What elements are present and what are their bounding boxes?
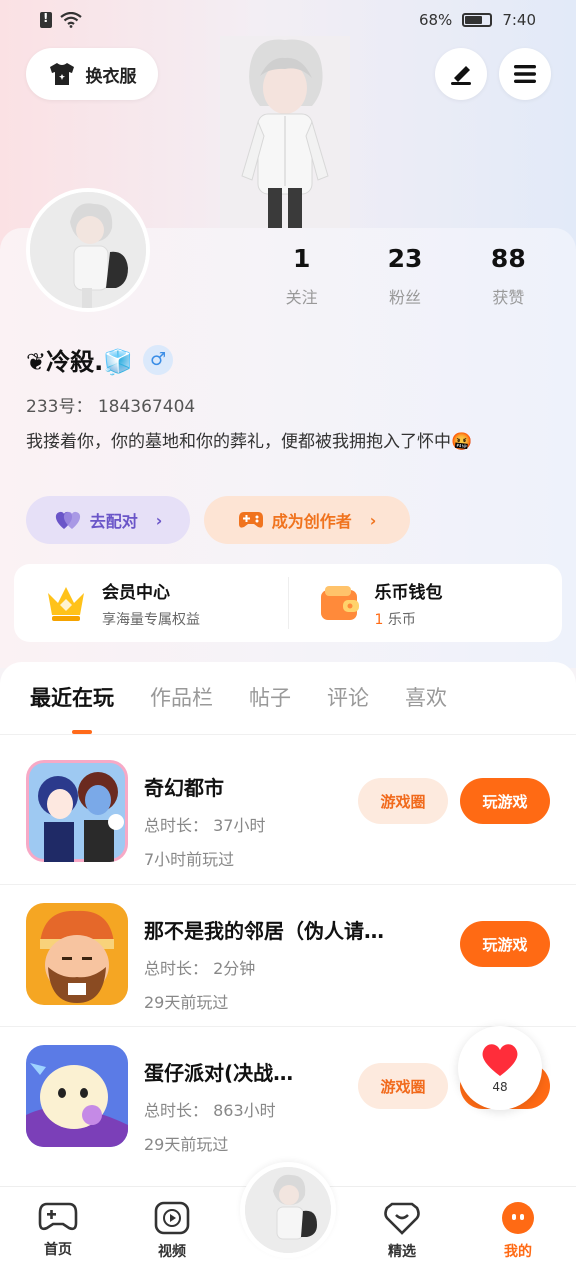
- game-thumbnail[interactable]: [26, 760, 128, 862]
- game-last-played: 29天前玩过: [144, 1135, 229, 1154]
- double-heart-icon: [55, 511, 80, 529]
- game-total-time: 总时长： 2分钟: [144, 959, 256, 978]
- floating-like-button[interactable]: 48: [458, 1026, 542, 1110]
- stat-label: 获赞: [492, 288, 525, 307]
- stat-label: 关注: [285, 288, 318, 307]
- stat-label: 粉丝: [388, 288, 421, 307]
- avatar-image: [245, 1167, 331, 1253]
- game-circle-button[interactable]: 游戏圈: [358, 778, 448, 824]
- nav-label: 视频: [158, 1244, 186, 1260]
- wardrobe-button[interactable]: 换衣服: [26, 48, 158, 100]
- game-circle-button[interactable]: 游戏圈: [358, 1063, 448, 1109]
- play-game-button[interactable]: 玩游戏: [460, 921, 550, 967]
- stat-following[interactable]: 1 关注: [250, 244, 353, 308]
- gamepad-icon: [38, 1202, 78, 1231]
- become-creator-button[interactable]: 成为创作者 ›: [204, 496, 410, 544]
- profile-tabs: 最近在玩 作品栏 帖子 评论 喜欢: [30, 682, 447, 734]
- avatar: [245, 1167, 331, 1253]
- divider: [0, 734, 576, 735]
- wifi-icon: [60, 12, 82, 28]
- wallet-title: 乐币钱包: [374, 582, 443, 603]
- game-last-played: 7小时前玩过: [144, 850, 235, 869]
- nav-item-video[interactable]: 视频: [132, 1201, 212, 1261]
- tab-likes[interactable]: 喜欢: [405, 682, 447, 722]
- game-last-played: 29天前玩过: [144, 993, 229, 1012]
- hamburger-menu-icon: [514, 65, 536, 83]
- wallet-unit: 乐币: [383, 611, 416, 628]
- game-title: 奇幻都市: [144, 776, 224, 800]
- wallet-entry[interactable]: 乐币钱包 1 乐币: [289, 578, 563, 629]
- tshirt-icon: [49, 63, 74, 85]
- bio: 我搂着你，你的墓地和你的葬礼，便都被我拥抱入了怀中🤬: [26, 432, 473, 452]
- stat-value: 23: [387, 244, 423, 273]
- nickname: ❦冷殺.🧊: [26, 348, 134, 376]
- like-count: 48: [492, 1080, 508, 1094]
- game-title: 那不是我的邻居（伪人请…: [144, 919, 384, 943]
- play-game-button[interactable]: 玩游戏: [460, 778, 550, 824]
- menu-button[interactable]: [499, 48, 551, 100]
- battery-icon: [462, 13, 493, 27]
- male-gender-icon: ♂: [143, 344, 174, 375]
- game-thumbnail[interactable]: [26, 903, 128, 1005]
- vip-card: 会员中心 享海量专属权益 乐币钱包 1 乐币: [14, 564, 562, 642]
- heart-badge-icon: [384, 1202, 420, 1235]
- chevron-right-icon: ›: [155, 510, 163, 530]
- tab-recently-played[interactable]: 最近在玩: [30, 682, 114, 734]
- chevron-right-icon: ›: [369, 510, 377, 530]
- tab-posts[interactable]: 帖子: [249, 682, 291, 722]
- video-play-icon: [154, 1201, 190, 1235]
- profile-face-icon: [502, 1202, 534, 1234]
- battery-fill: [465, 16, 482, 24]
- nav-item-featured[interactable]: 精选: [362, 1201, 442, 1261]
- avatar-image: [30, 192, 146, 308]
- content-panel: 最近在玩 作品栏 帖子 评论 喜欢 奇幻都市 总时长： 37小时 7小时前玩过 …: [0, 662, 576, 1222]
- heart-icon: [482, 1044, 518, 1076]
- list-item[interactable]: 奇幻都市 总时长： 37小时 7小时前玩过 游戏圈 玩游戏: [0, 742, 576, 884]
- avatar[interactable]: [26, 188, 150, 312]
- match-label: 去配对: [89, 512, 138, 531]
- member-center-entry[interactable]: 会员中心 享海量专属权益: [14, 578, 288, 629]
- wardrobe-label: 换衣服: [85, 66, 137, 87]
- member-center-subtitle: 享海量专属权益: [102, 611, 200, 628]
- stat-value: 88: [490, 244, 526, 273]
- stat-likes[interactable]: 88 获赞: [457, 244, 560, 308]
- wallet-icon: [320, 586, 359, 620]
- character-illustration: [220, 36, 350, 228]
- creator-label: 成为创作者: [271, 512, 352, 531]
- game-cover-image: [26, 1045, 128, 1147]
- member-center-title: 会员中心: [102, 582, 170, 603]
- nav-label: 精选: [388, 1244, 416, 1260]
- edit-profile-button[interactable]: [435, 48, 487, 100]
- user-id: 233号： 184367404: [26, 397, 196, 417]
- game-cover-image: [26, 903, 128, 1005]
- stat-followers[interactable]: 23 粉丝: [353, 244, 456, 308]
- nav-label: 首页: [44, 1242, 72, 1258]
- game-thumbnail[interactable]: [26, 1045, 128, 1147]
- clock: 7:40: [502, 11, 536, 29]
- avatar-character-showcase[interactable]: [220, 36, 350, 228]
- nav-avatar-button[interactable]: [240, 1162, 336, 1258]
- profile-stats: 1 关注 23 粉丝 88 获赞: [250, 244, 560, 308]
- match-button[interactable]: 去配对 ›: [26, 496, 190, 544]
- nav-item-me[interactable]: 我的: [478, 1201, 558, 1261]
- list-item[interactable]: 那不是我的邻居（伪人请… 总时长： 2分钟 29天前玩过 玩游戏: [0, 884, 576, 1026]
- crown-icon: [48, 587, 84, 621]
- tab-comments[interactable]: 评论: [327, 682, 369, 722]
- tab-works[interactable]: 作品栏: [150, 682, 213, 722]
- battery-percent: 68%: [418, 11, 453, 29]
- status-bar: 68% 7:40: [0, 0, 576, 40]
- nav-item-home[interactable]: 首页: [18, 1201, 98, 1259]
- nickname-row: ❦冷殺.🧊 ♂: [26, 342, 174, 377]
- pen-icon: [451, 66, 471, 85]
- game-total-time: 总时长： 863小时: [144, 1101, 276, 1120]
- game-title: 蛋仔派对(决战…: [144, 1061, 294, 1085]
- nav-label: 我的: [504, 1244, 532, 1260]
- game-cover-image: [26, 760, 128, 862]
- gamepad-icon: [238, 512, 263, 528]
- game-total-time: 总时长： 37小时: [144, 816, 266, 835]
- wallet-balance: 1 乐币: [375, 609, 443, 629]
- sim-alert-icon: [40, 11, 52, 28]
- stat-value: 1: [292, 244, 311, 273]
